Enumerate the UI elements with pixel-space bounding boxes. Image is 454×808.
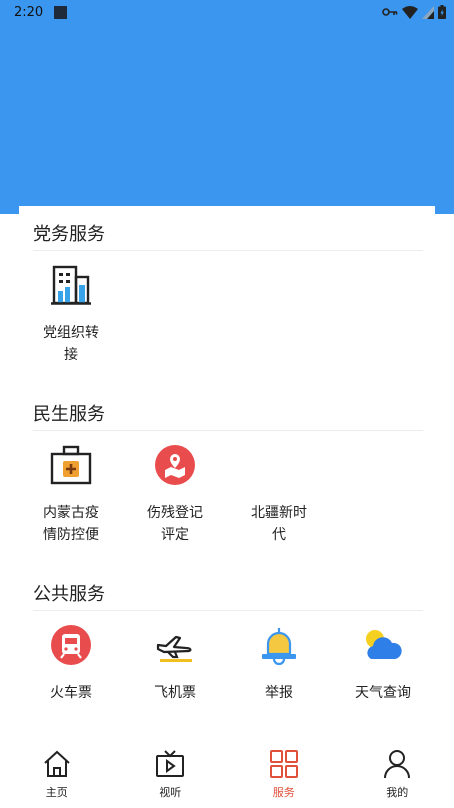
- nav-label: 我的: [386, 786, 409, 799]
- battery-icon: [438, 5, 446, 19]
- header-banner: [0, 26, 454, 214]
- notification-square-icon: [54, 6, 67, 19]
- medical-kit-icon: [50, 445, 92, 485]
- section-title-livelihood: 民生服务: [33, 404, 105, 425]
- nav-label: 服务: [272, 786, 295, 799]
- service-label: 伤残登记评定: [147, 505, 203, 543]
- person-icon: [384, 750, 411, 779]
- service-item-beijiang[interactable]: 北疆新时代: [227, 442, 331, 546]
- service-label: 举报: [265, 685, 293, 701]
- service-label: 党组织转接: [43, 325, 99, 363]
- service-item-disability[interactable]: 伤残登记评定: [123, 442, 227, 546]
- nav-home[interactable]: 主页: [0, 738, 114, 808]
- service-item-weather[interactable]: 天气查询: [331, 622, 435, 704]
- nav-profile[interactable]: 我的: [341, 738, 454, 808]
- section-title-party: 党务服务: [33, 224, 105, 245]
- service-label: 北疆新时代: [251, 505, 307, 543]
- service-item-party-transfer[interactable]: 党组织转接: [19, 262, 123, 366]
- bell-icon: [262, 628, 296, 666]
- tv-icon: [156, 750, 185, 777]
- service-item-train[interactable]: 火车票: [19, 622, 123, 704]
- nav-services[interactable]: 服务: [227, 738, 341, 808]
- divider: [33, 430, 423, 431]
- empty-icon-slot: [227, 442, 331, 488]
- home-icon: [44, 750, 70, 777]
- wifi-icon: [402, 5, 418, 19]
- divider: [33, 250, 423, 251]
- train-icon: [51, 625, 91, 665]
- bottom-nav: 主页 视听 服务 我的: [0, 738, 454, 808]
- status-time: 2:20: [14, 5, 44, 20]
- airplane-icon: [156, 635, 192, 662]
- building-icon: [51, 265, 91, 305]
- service-item-epidemic[interactable]: 内蒙古疫情防控便: [19, 442, 123, 546]
- nav-media[interactable]: 视听: [114, 738, 228, 808]
- service-label: 内蒙古疫情防控便: [43, 505, 99, 543]
- map-pin-icon: [155, 445, 195, 485]
- nav-label: 主页: [45, 786, 68, 799]
- section-title-public: 公共服务: [33, 584, 105, 605]
- service-label: 火车票: [50, 685, 92, 701]
- grid-icon: [269, 750, 298, 778]
- service-item-report[interactable]: 举报: [227, 622, 331, 704]
- service-label: 天气查询: [355, 685, 411, 701]
- status-bar: 2:20: [0, 0, 454, 26]
- key-icon: [382, 8, 398, 16]
- status-icons: [382, 5, 446, 19]
- nav-label: 视听: [159, 786, 182, 799]
- divider: [33, 610, 423, 611]
- service-item-flight[interactable]: 飞机票: [123, 622, 227, 704]
- services-card: 党务服务 党组织转接 民生服务 内蒙古疫情防控便 伤残登记评定 北疆新时代 公共…: [19, 206, 435, 736]
- weather-icon: [366, 630, 402, 659]
- service-label: 飞机票: [154, 685, 196, 701]
- signal-icon: [422, 5, 434, 19]
